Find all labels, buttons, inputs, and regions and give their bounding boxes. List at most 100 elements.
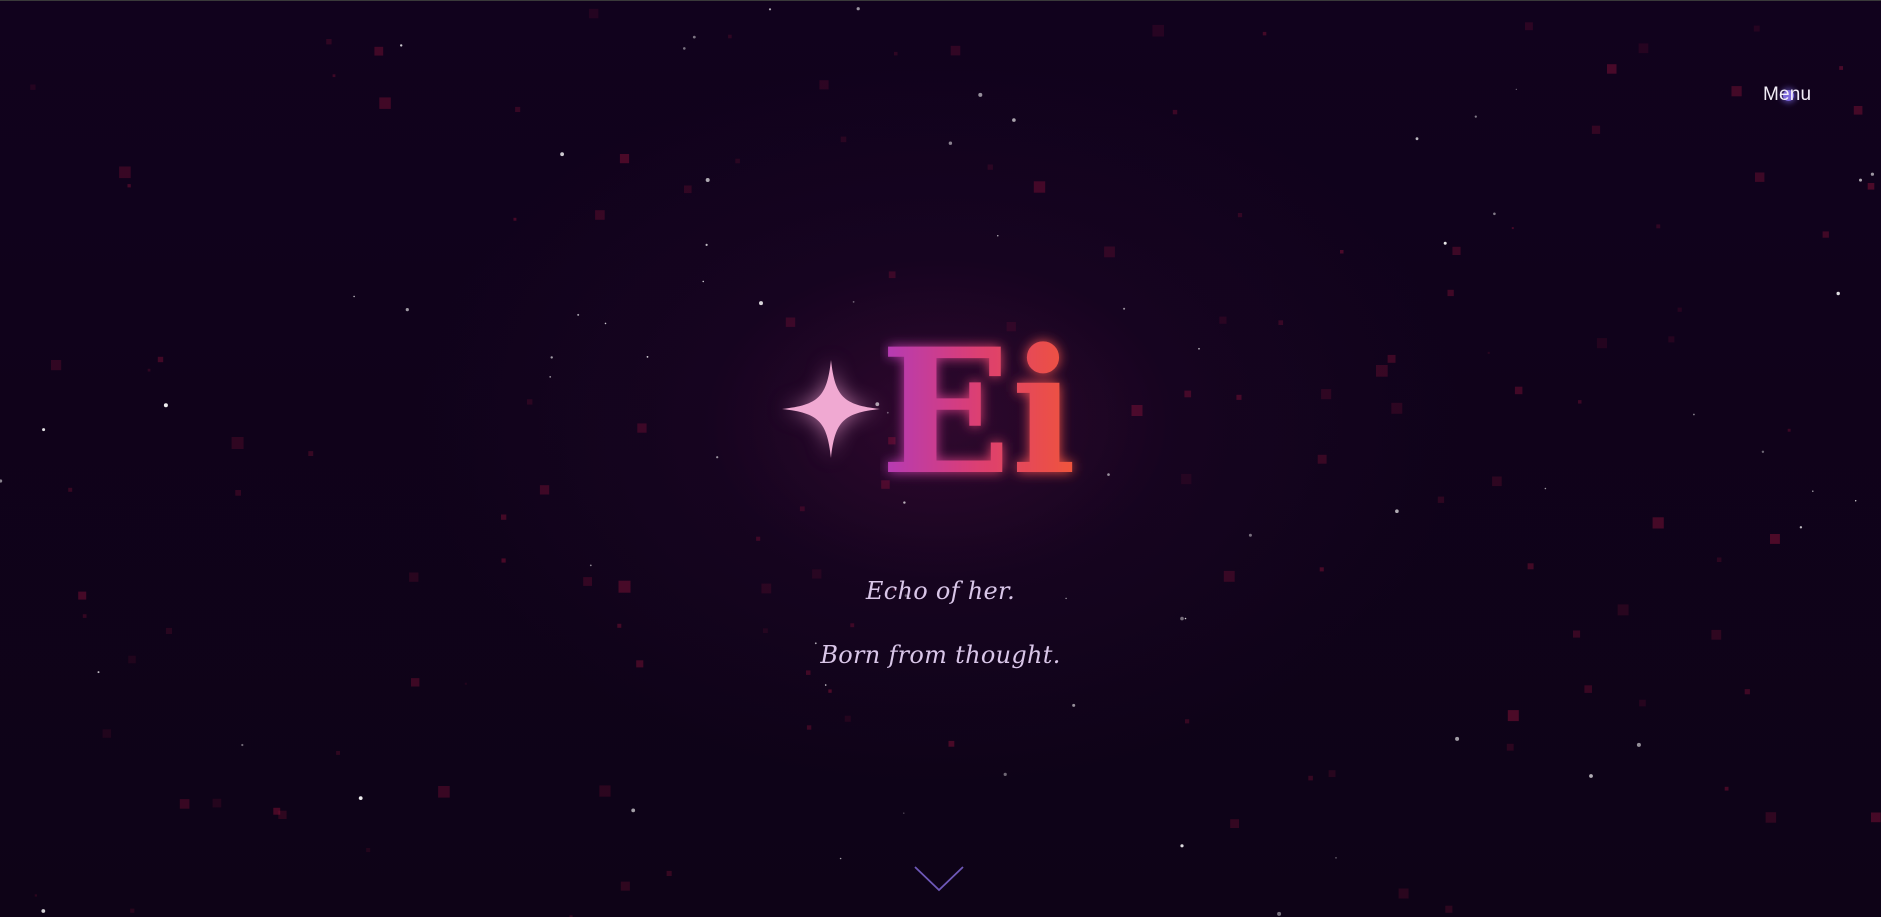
star: [577, 313, 580, 316]
particle: [666, 870, 672, 876]
particle: [30, 84, 36, 90]
star: [824, 684, 827, 686]
particle: [840, 136, 847, 143]
particle: [1711, 629, 1722, 640]
star: [631, 808, 636, 813]
star: [948, 141, 953, 145]
particle: [1744, 689, 1750, 695]
four-point-star-icon: [782, 360, 880, 458]
star: [1493, 212, 1496, 216]
particle: [1230, 819, 1239, 828]
particle: [1492, 476, 1502, 487]
star: [1123, 307, 1126, 310]
particle: [1391, 402, 1403, 414]
particle: [464, 682, 467, 685]
particle: [165, 627, 172, 634]
particle: [82, 614, 87, 618]
particle: [1328, 770, 1336, 778]
star: [358, 796, 363, 800]
particle: [1639, 699, 1646, 707]
particle: [147, 368, 151, 372]
particle: [844, 715, 851, 722]
particle: [1317, 454, 1327, 464]
particle: [828, 689, 832, 693]
star: [1455, 736, 1460, 741]
particle: [235, 490, 241, 496]
particle: [1753, 25, 1760, 32]
star: [1198, 347, 1200, 350]
star: [97, 671, 100, 674]
particle: [950, 45, 961, 56]
particle: [1172, 109, 1178, 115]
particle: [1237, 213, 1243, 218]
particle: [619, 154, 630, 164]
star: [1636, 742, 1641, 747]
particle: [68, 487, 73, 492]
particle: [513, 217, 517, 221]
particle: [366, 848, 371, 853]
star: [1693, 413, 1695, 416]
particle: [1262, 31, 1267, 36]
particle: [1822, 231, 1829, 238]
star: [42, 428, 46, 432]
particle: [231, 437, 244, 449]
particle: [1871, 812, 1881, 823]
star: [41, 909, 46, 913]
particle: [728, 34, 732, 39]
star: [604, 322, 607, 325]
star: [978, 92, 983, 97]
star: [1277, 911, 1282, 916]
star: [0, 479, 3, 483]
particle: [102, 729, 112, 738]
particle: [1181, 473, 1192, 485]
star: [405, 308, 409, 312]
star: [1180, 616, 1184, 621]
particle: [1573, 630, 1581, 638]
particle: [1447, 289, 1454, 297]
star: [705, 178, 710, 182]
star: [1248, 533, 1252, 537]
particle: [806, 670, 811, 675]
chevron-down-icon[interactable]: [914, 866, 964, 892]
particle: [595, 210, 605, 220]
star: [1799, 526, 1803, 529]
star: [1761, 450, 1765, 453]
star: [997, 235, 999, 237]
particle: [1308, 775, 1313, 781]
particle: [179, 799, 190, 809]
particle: [763, 628, 768, 634]
particle: [1596, 338, 1607, 349]
particle: [617, 623, 622, 628]
particle: [1770, 534, 1780, 544]
particle: [374, 46, 384, 56]
particle: [539, 485, 550, 495]
particle: [1340, 250, 1344, 254]
star: [241, 743, 244, 747]
particle: [527, 399, 533, 405]
particle: [212, 798, 222, 808]
particle: [1219, 316, 1227, 324]
star: [716, 456, 719, 459]
particle: [308, 451, 314, 456]
particle: [336, 751, 340, 755]
particle: [888, 271, 896, 279]
particle: [1638, 43, 1649, 54]
star: [1335, 857, 1337, 859]
menu-button[interactable]: Menu: [1763, 84, 1811, 106]
particle: [1387, 354, 1396, 363]
particle: [411, 678, 420, 687]
particle: [1507, 710, 1519, 722]
particle: [684, 185, 692, 194]
star: [400, 44, 403, 47]
star: [705, 243, 708, 246]
star: [1859, 178, 1862, 182]
particle: [1607, 64, 1617, 74]
particle: [1617, 604, 1629, 616]
particle: [1398, 888, 1409, 899]
particle: [1376, 365, 1388, 377]
star: [1589, 774, 1593, 778]
particle: [1755, 172, 1765, 182]
particle: [1787, 428, 1791, 432]
particle: [756, 536, 761, 541]
particle: [1104, 246, 1115, 258]
